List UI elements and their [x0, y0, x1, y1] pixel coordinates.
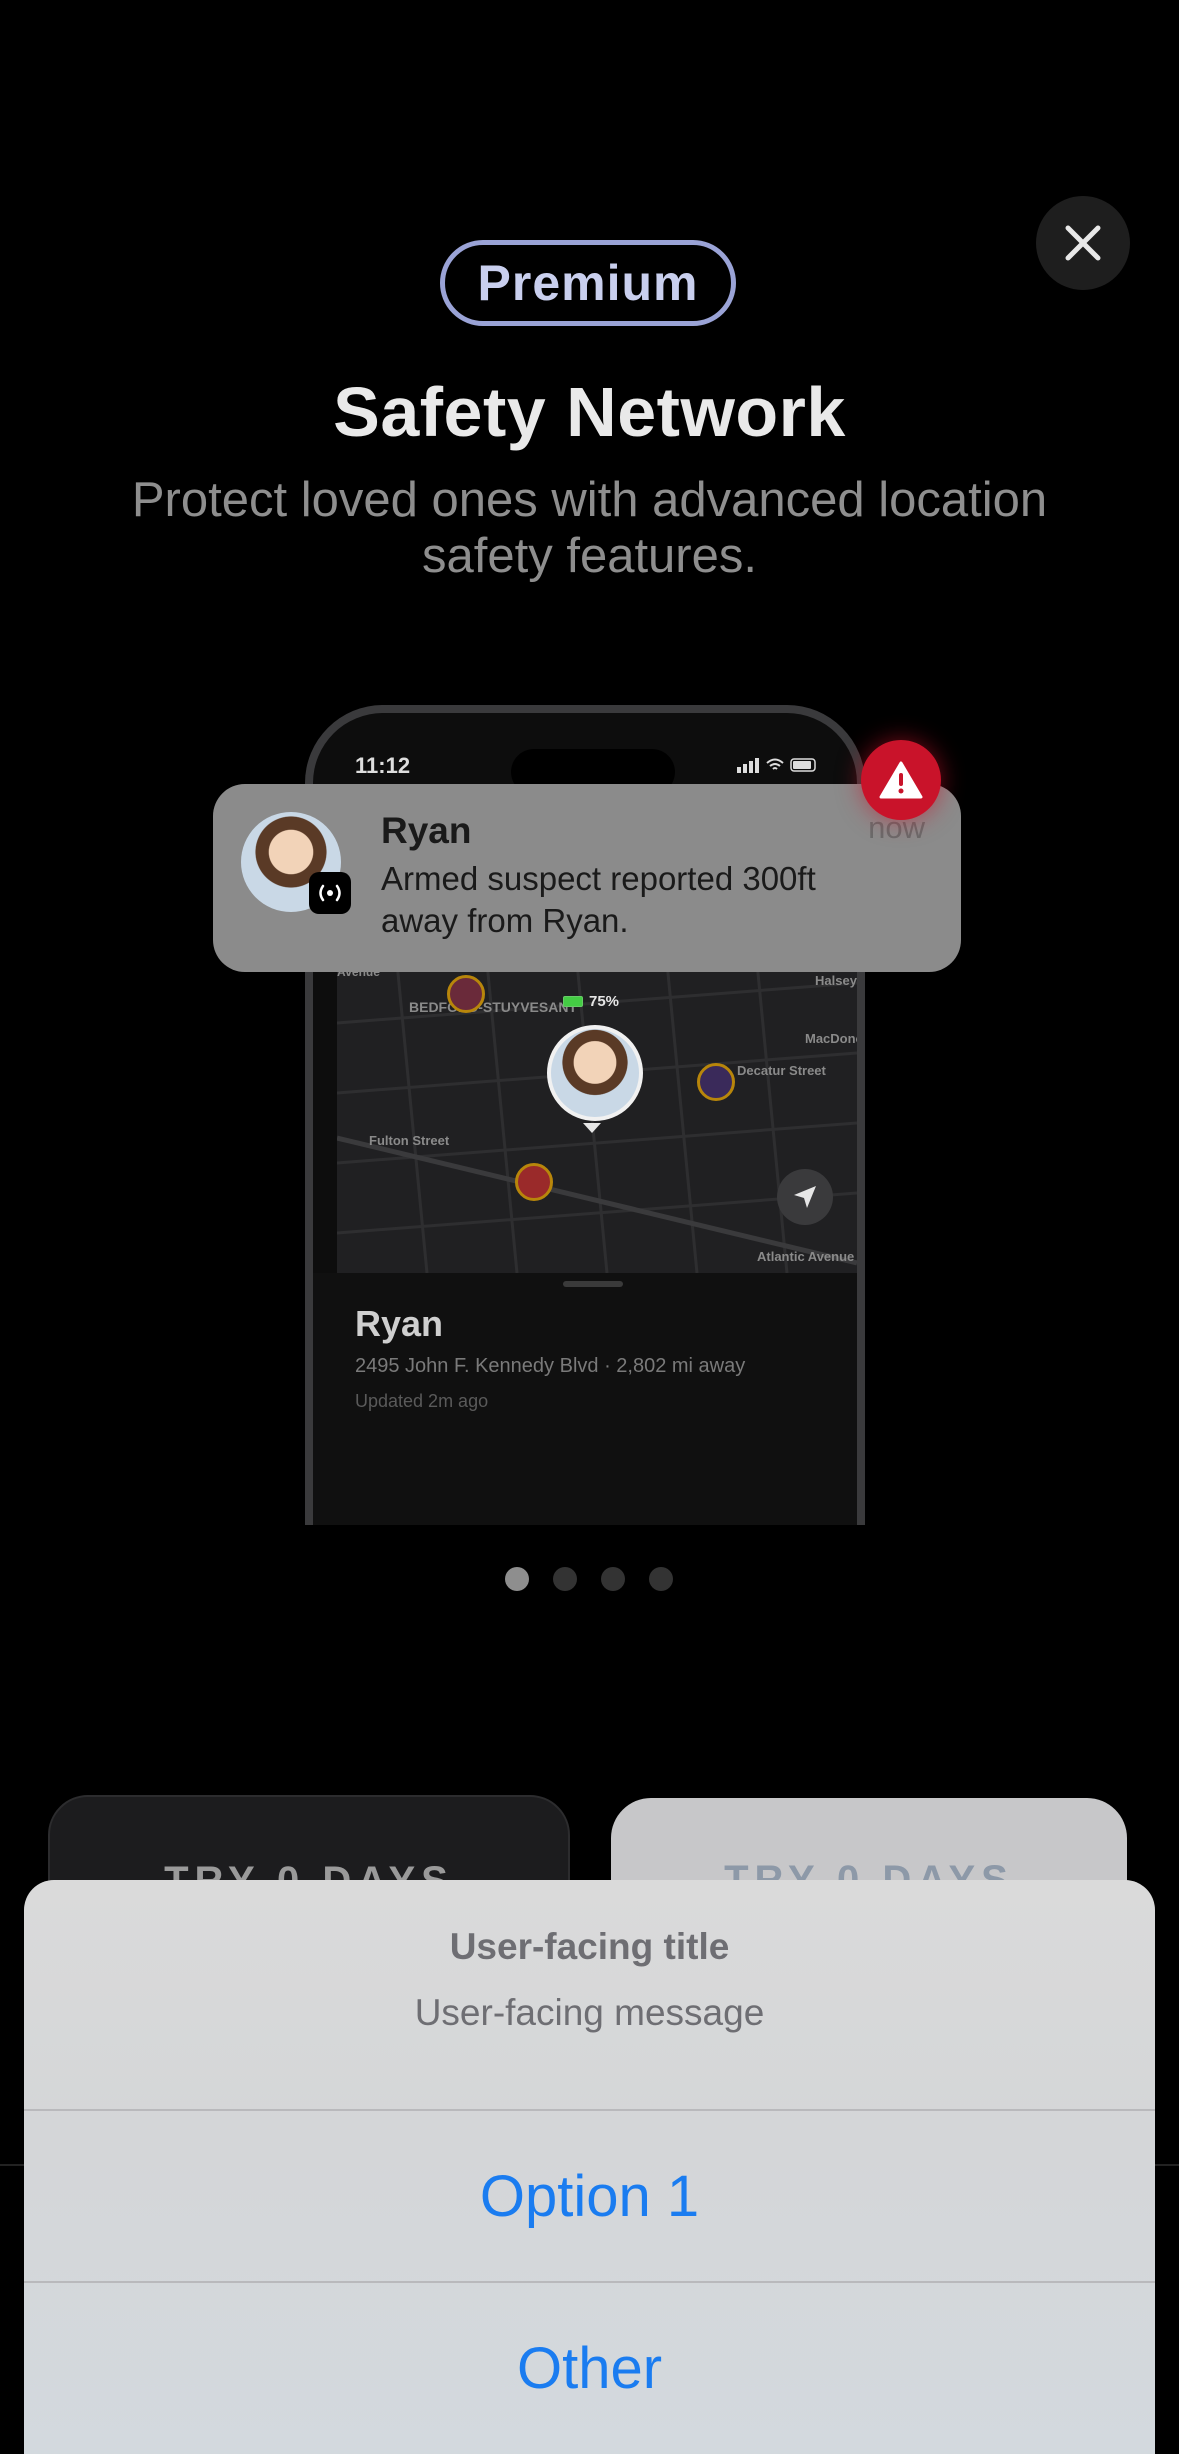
page-dot[interactable]: [505, 1567, 529, 1591]
map-label-neighborhood: BEDFORD-STUYVESANT: [409, 999, 578, 1015]
map-label-street: Fulton Street: [369, 1133, 450, 1148]
broadcast-icon: [319, 884, 341, 902]
map-label-street: Decatur Street: [737, 1063, 826, 1078]
map-label-street: Halsey: [815, 973, 857, 988]
page-dot[interactable]: [601, 1567, 625, 1591]
person-updated: Updated 2m ago: [355, 1391, 489, 1411]
page-dot[interactable]: [553, 1567, 577, 1591]
close-button[interactable]: [1036, 196, 1130, 290]
status-time: 11:12: [355, 753, 411, 778]
option-1-button[interactable]: Option 1: [24, 2111, 1155, 2281]
map-view[interactable]: BEDFORD-STUYVESANT Fulton Street Decatur…: [337, 963, 857, 1273]
close-icon: [1065, 225, 1101, 261]
warning-triangle-icon: [861, 740, 941, 820]
incident-pin[interactable]: [697, 1063, 735, 1101]
incident-pin[interactable]: [447, 975, 485, 1013]
other-button[interactable]: Other: [24, 2283, 1155, 2453]
page-title: Safety Network: [333, 373, 846, 451]
marker-pointer-icon: [583, 1123, 601, 1133]
premium-badge: Premium: [440, 240, 736, 326]
page-indicator[interactable]: [505, 1567, 675, 1591]
user-avatar-marker[interactable]: [547, 1025, 643, 1121]
battery-icon: [563, 996, 583, 1007]
action-sheet-message: User-facing message: [414, 1992, 765, 2033]
battery-level: 75%: [589, 993, 620, 1010]
notification-title: Ryan: [381, 810, 472, 851]
sheet-handle[interactable]: [563, 1281, 623, 1287]
page-subtitle: Protect loved ones with advanced locatio…: [131, 473, 1048, 583]
app-badge: [309, 872, 351, 914]
recenter-button[interactable]: [777, 1169, 833, 1225]
map-label-street: MacDonough: [805, 1031, 857, 1046]
notification-banner[interactable]: Ryan Armed suspect reported 300ft away f…: [213, 784, 961, 972]
incident-pin[interactable]: [515, 1163, 553, 1201]
action-sheet-title: User-facing title: [449, 1926, 730, 1967]
page-dot[interactable]: [649, 1567, 673, 1591]
notification-message: Armed suspect reported 300ft away from R…: [381, 860, 816, 939]
action-sheet: User-facing title User-facing message Op…: [24, 1880, 1155, 2454]
person-sheet[interactable]: Ryan 2495 John F. Kennedy Blvd · 2,802 m…: [313, 1273, 857, 1525]
location-arrow-icon: [794, 1186, 816, 1208]
battery-indicator: 75%: [563, 993, 619, 1010]
map-label-street: Atlantic Avenue: [757, 1249, 855, 1264]
person-name: Ryan: [355, 1303, 444, 1344]
status-icons: [737, 758, 816, 773]
person-address: 2495 John F. Kennedy Blvd · 2,802 mi awa…: [355, 1355, 746, 1377]
